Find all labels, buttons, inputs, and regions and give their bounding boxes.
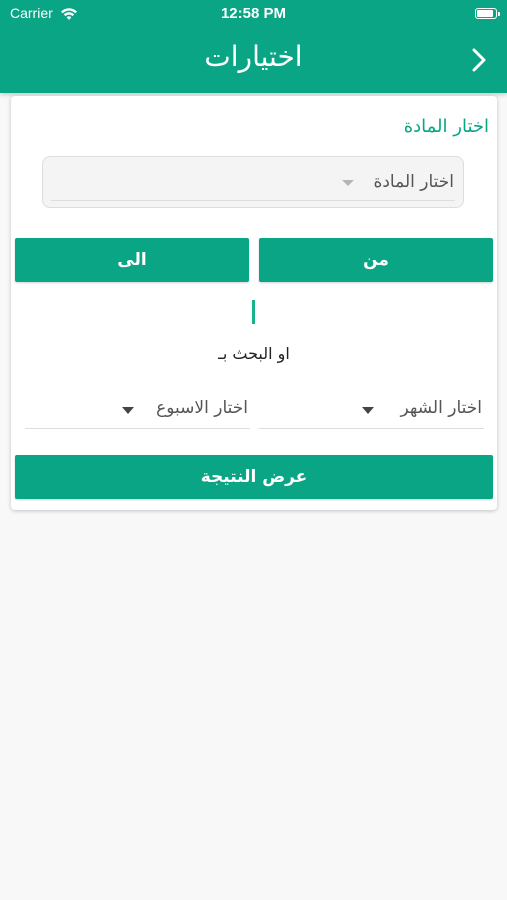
battery-icon <box>475 8 500 19</box>
from-button[interactable]: من <box>259 238 493 282</box>
or-search-label: او البحث بـ <box>218 344 290 363</box>
caret-down-icon <box>122 407 134 414</box>
status-bar: Carrier 12:58 PM <box>0 0 507 28</box>
week-picker[interactable]: اختار الاسبوع <box>25 393 250 429</box>
app-header: Carrier 12:58 PM اختيارات <box>0 0 507 93</box>
week-placeholder: اختار الاسبوع <box>156 398 248 418</box>
dropdown-underline <box>51 200 455 201</box>
month-picker[interactable]: اختار الشهر <box>259 393 484 429</box>
caret-down-icon <box>342 180 354 186</box>
text-cursor <box>252 300 255 324</box>
back-button[interactable] <box>467 44 491 76</box>
page-title: اختيارات <box>204 40 303 73</box>
subject-dropdown[interactable]: اختار المادة <box>42 156 464 208</box>
month-placeholder: اختار الشهر <box>400 398 482 418</box>
caret-down-icon <box>362 407 374 414</box>
picker-underline <box>25 428 250 429</box>
clock: 12:58 PM <box>220 5 287 22</box>
chevron-right-icon <box>472 48 486 72</box>
subject-dropdown-placeholder: اختار المادة <box>373 172 454 192</box>
options-card: اختار المادة اختار المادة من الى او البح… <box>11 96 497 510</box>
show-result-button[interactable]: عرض النتيجة <box>15 455 493 499</box>
subject-section-label: اختار المادة <box>403 116 489 137</box>
to-button[interactable]: الى <box>15 238 249 282</box>
picker-underline <box>259 428 484 429</box>
